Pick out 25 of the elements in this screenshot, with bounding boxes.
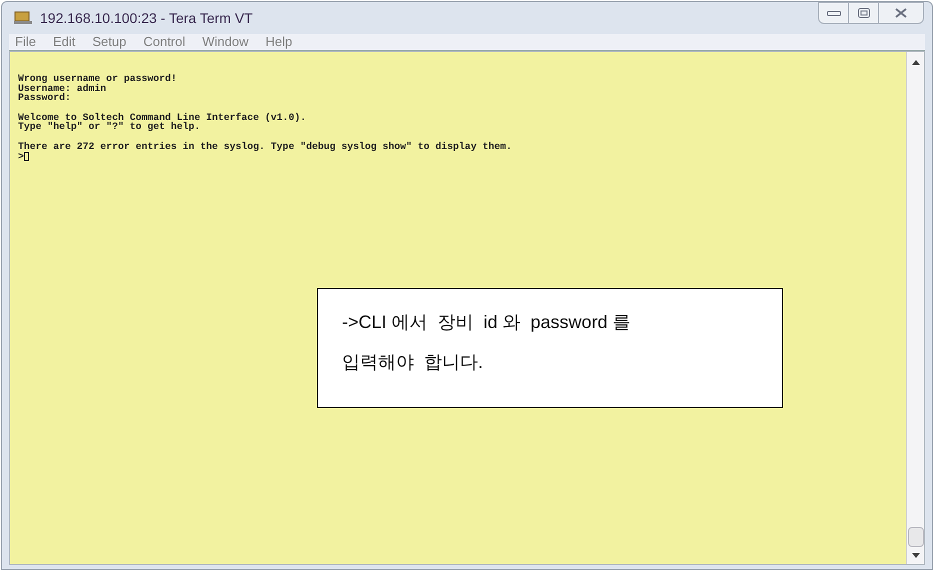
menu-item[interactable]: Edit xyxy=(52,32,76,52)
scroll-down-icon[interactable] xyxy=(912,553,920,558)
maximize-icon xyxy=(858,8,870,18)
terminal-line: Type "help" or "?" to get help. xyxy=(18,122,200,132)
window-title: 192.168.10.100:23 - Tera Term VT xyxy=(40,8,253,28)
menu-item[interactable]: File xyxy=(15,32,36,52)
scroll-thumb[interactable] xyxy=(908,527,924,547)
scrollbar[interactable] xyxy=(906,52,924,564)
close-icon xyxy=(895,8,907,18)
minimize-icon xyxy=(826,10,840,16)
menu-item[interactable]: Help xyxy=(266,32,292,52)
prompt: > xyxy=(18,152,24,162)
terminal-line: Username: admin xyxy=(18,84,106,94)
scroll-up-icon[interactable] xyxy=(912,60,920,65)
menu-item[interactable]: Window xyxy=(202,32,249,52)
terminal-line: Wrong username or password! xyxy=(18,74,177,84)
terminal-line: There are 272 error entries in the syslog. Type "debug syslog show" to display them. xyxy=(18,142,512,152)
callout-text: ->CLI 에서 장비 id 와 password 를 xyxy=(342,311,632,334)
callout-text: 입력해야 합니다. xyxy=(342,351,484,374)
terminal-line: Password: xyxy=(18,93,71,103)
menu-item[interactable]: Control xyxy=(143,32,186,52)
terminal-icon xyxy=(14,11,32,25)
cursor xyxy=(24,152,29,161)
menu-item[interactable]: Setup xyxy=(92,32,126,52)
terminal-line: Welcome to Soltech Command Line Interface (v1.0). xyxy=(18,112,306,122)
